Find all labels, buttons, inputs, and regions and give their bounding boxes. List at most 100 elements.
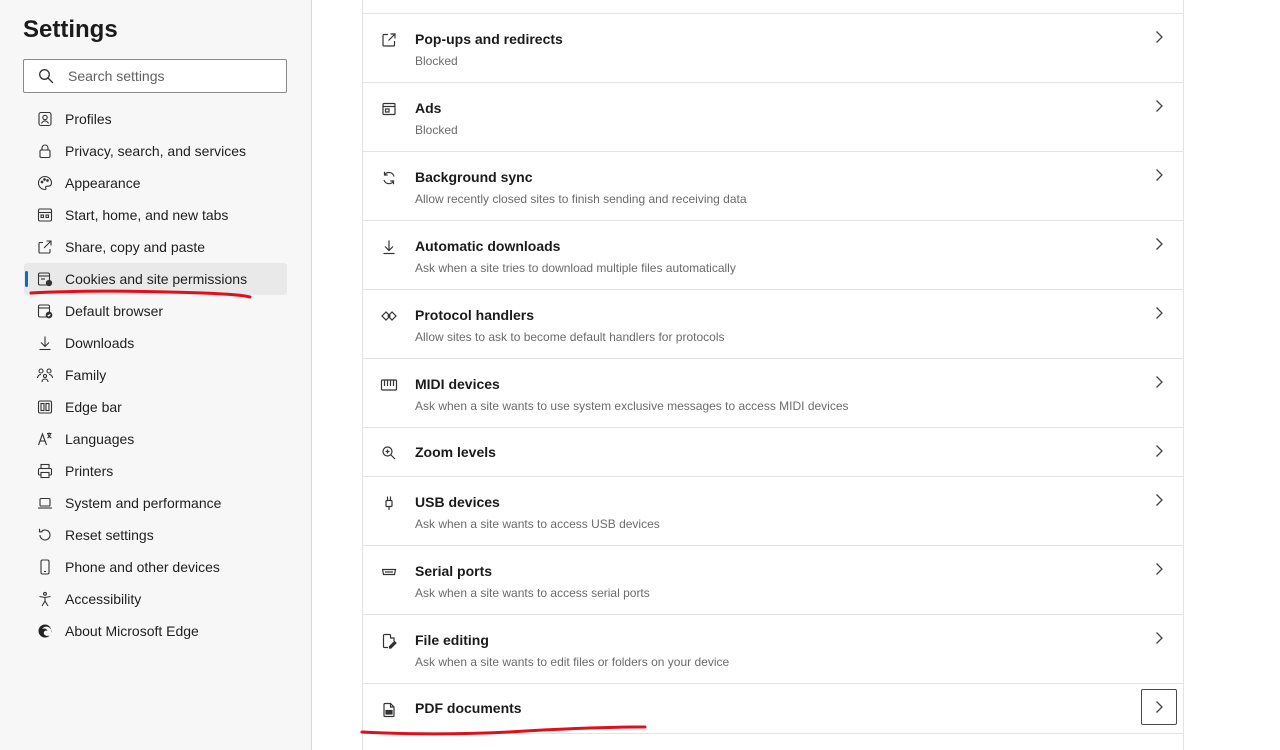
permission-row-midi[interactable]: MIDI devices Ask when a site wants to us…	[363, 359, 1183, 428]
permission-description: Ask when a site wants to access serial p…	[415, 586, 650, 600]
midi-icon	[380, 376, 398, 394]
permission-row-ads[interactable]: Ads Blocked	[363, 83, 1183, 152]
sidebar-item-about[interactable]: About Microsoft Edge	[24, 615, 287, 647]
sidebar-item-languages[interactable]: Languages	[24, 423, 287, 455]
sidebar-item-downloads[interactable]: Downloads	[24, 327, 287, 359]
permission-status: Blocked	[415, 54, 458, 68]
sidebar-item-label: Appearance	[65, 175, 141, 191]
search-icon	[24, 68, 68, 84]
chevron-right-icon[interactable]	[1141, 157, 1177, 193]
phone-icon	[36, 558, 54, 576]
chevron-right-icon[interactable]	[1141, 433, 1177, 469]
sidebar-item-label: About Microsoft Edge	[65, 623, 199, 639]
sidebar-item-appearance[interactable]: Appearance	[24, 167, 287, 199]
permission-title: File editing	[415, 632, 489, 648]
permission-title: Ads	[415, 100, 442, 116]
permission-description: Ask when a site wants to edit files or f…	[415, 655, 730, 669]
permission-description: Ask when a site wants to use system excl…	[415, 399, 849, 413]
permission-description: Allow sites to ask to become default han…	[415, 330, 725, 344]
sidebar-item-system[interactable]: System and performance	[24, 487, 287, 519]
permission-row-serial-ports[interactable]: Serial ports Ask when a site wants to ac…	[363, 546, 1183, 615]
protocol-icon	[380, 307, 398, 325]
zoom-icon	[380, 444, 398, 462]
permission-description: Allow recently closed sites to finish se…	[415, 192, 747, 206]
permission-row-popups[interactable]: Pop-ups and redirects Blocked	[363, 14, 1183, 83]
usb-icon	[380, 494, 398, 512]
permission-title: USB devices	[415, 494, 500, 510]
default-browser-icon	[36, 302, 54, 320]
chevron-right-icon[interactable]	[1141, 620, 1177, 656]
sidebar-item-default-browser[interactable]: Default browser	[24, 295, 287, 327]
sidebar-item-privacy[interactable]: Privacy, search, and services	[24, 135, 287, 167]
reset-icon	[36, 526, 54, 544]
sidebar-item-accessibility[interactable]: Accessibility	[24, 583, 287, 615]
file-edit-icon	[380, 632, 398, 650]
main-content: Pop-ups and redirects Blocked Ads Blocke…	[313, 0, 1280, 750]
sidebar-item-label: Start, home, and new tabs	[65, 207, 229, 223]
permission-title: Automatic downloads	[415, 238, 561, 254]
sidebar-item-label: Edge bar	[65, 399, 122, 415]
cookies-permissions-icon	[36, 270, 54, 288]
chevron-right-icon[interactable]	[1141, 226, 1177, 262]
permission-title: Pop-ups and redirects	[415, 31, 563, 47]
chevron-right-icon[interactable]	[1141, 88, 1177, 124]
sidebar-item-family[interactable]: Family	[24, 359, 287, 391]
permission-row-protocol-handlers[interactable]: Protocol handlers Allow sites to ask to …	[363, 290, 1183, 359]
sidebar-item-phone[interactable]: Phone and other devices	[24, 551, 287, 583]
sidebar-item-printers[interactable]: Printers	[24, 455, 287, 487]
ads-icon	[380, 100, 398, 118]
permission-description: Ask when a site wants to access USB devi…	[415, 517, 660, 531]
serial-port-icon	[380, 563, 398, 581]
languages-icon	[36, 430, 54, 448]
profile-icon	[36, 110, 54, 128]
sidebar-item-reset[interactable]: Reset settings	[24, 519, 287, 551]
sidebar-item-label: Family	[65, 367, 107, 383]
permission-title: Protocol handlers	[415, 307, 535, 323]
permission-row-automatic-downloads[interactable]: Automatic downloads Ask when a site trie…	[363, 221, 1183, 290]
sidebar-item-label: Printers	[65, 463, 114, 479]
palette-icon	[36, 174, 54, 192]
search-input[interactable]	[68, 68, 268, 84]
permission-row-file-editing[interactable]: File editing Ask when a site wants to ed…	[363, 615, 1183, 684]
chevron-right-icon[interactable]	[1141, 689, 1177, 725]
permission-title: Serial ports	[415, 563, 493, 579]
page-title: Settings	[23, 16, 118, 43]
permission-row-pdf-documents[interactable]: PDF documents	[363, 684, 1183, 734]
sidebar-item-label: Phone and other devices	[65, 559, 220, 575]
permission-description: Ask when a site tries to download multip…	[415, 261, 736, 275]
popup-icon	[380, 31, 398, 49]
sidebar-item-edge-bar[interactable]: Edge bar	[24, 391, 287, 423]
sidebar-item-label: Accessibility	[65, 591, 142, 607]
sidebar-item-label: System and performance	[65, 495, 222, 511]
search-box[interactable]	[23, 59, 287, 93]
permission-title: PDF documents	[415, 700, 522, 716]
sync-icon	[380, 169, 398, 187]
sidebar-item-cookies[interactable]: Cookies and site permissions	[24, 263, 287, 295]
sidebar-item-share[interactable]: Share, copy and paste	[24, 231, 287, 263]
pdf-icon	[380, 701, 398, 719]
edge-logo-icon	[36, 622, 54, 640]
list-top-divider	[363, 0, 1183, 14]
printer-icon	[36, 462, 54, 480]
chevron-right-icon[interactable]	[1141, 551, 1177, 587]
download-icon	[36, 334, 54, 352]
home-tabs-icon	[36, 206, 54, 224]
accessibility-icon	[36, 590, 54, 608]
sidebar-item-start-home[interactable]: Start, home, and new tabs	[24, 199, 287, 231]
chevron-right-icon[interactable]	[1141, 19, 1177, 55]
permission-row-usb-devices[interactable]: USB devices Ask when a site wants to acc…	[363, 477, 1183, 546]
sidebar-item-label: Profiles	[65, 111, 112, 127]
permission-title: Zoom levels	[415, 444, 496, 460]
chevron-right-icon[interactable]	[1141, 295, 1177, 331]
download-icon	[380, 238, 398, 256]
laptop-icon	[36, 494, 54, 512]
chevron-right-icon[interactable]	[1141, 364, 1177, 400]
sidebar-item-profiles[interactable]: Profiles	[24, 103, 287, 135]
permission-row-background-sync[interactable]: Background sync Allow recently closed si…	[363, 152, 1183, 221]
permission-row-zoom-levels[interactable]: Zoom levels	[363, 428, 1183, 477]
settings-sidebar: Settings Profiles Privacy, search, and s…	[0, 0, 312, 750]
sidebar-item-label: Languages	[65, 431, 135, 447]
chevron-right-icon[interactable]	[1141, 482, 1177, 518]
sidebar-item-label: Share, copy and paste	[65, 239, 206, 255]
permission-status: Blocked	[415, 123, 458, 137]
